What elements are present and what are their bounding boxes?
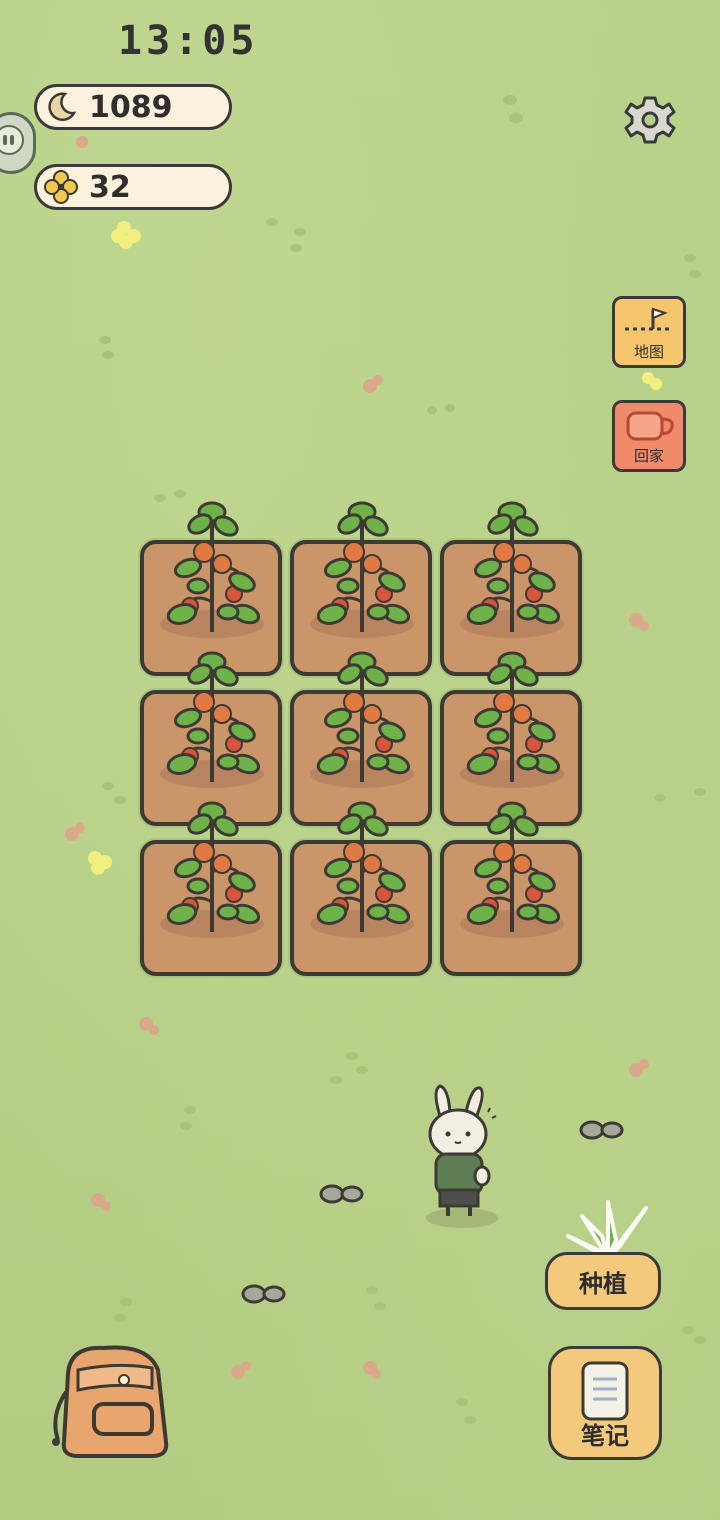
plant-button[interactable]: 种植 [545,1252,661,1310]
notebook-icon [581,1361,629,1421]
bunny-character[interactable] [418,1082,508,1232]
farm-plot[interactable] [436,801,586,980]
notes-button[interactable]: 笔记 [548,1346,662,1460]
farm-plot-grid [136,501,586,980]
pebbles [241,1284,286,1304]
farm-plot[interactable] [286,801,436,980]
farm-plot[interactable] [136,801,286,980]
pebbles [579,1120,624,1140]
plant-sprout-icon [566,1200,648,1260]
pebbles [319,1184,364,1204]
backpack-inventory-icon[interactable] [48,1340,182,1462]
plant-button-label: 种植 [579,1269,627,1298]
